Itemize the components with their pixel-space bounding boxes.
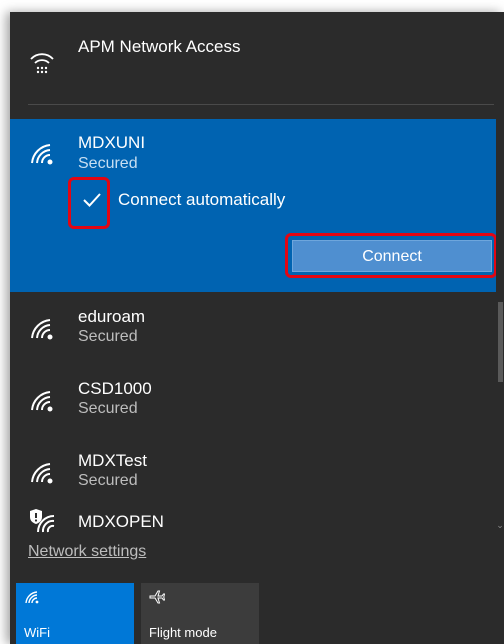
network-status: Secured xyxy=(78,472,138,489)
network-name: APM Network Access xyxy=(78,37,241,56)
network-item-mdxuni[interactable]: MDXUNI Secured Connect automatically Con… xyxy=(10,119,497,292)
highlight-box-checkbox xyxy=(68,177,110,229)
network-item-csd1000[interactable]: CSD1000 Secured xyxy=(10,369,496,433)
network-name: MDXUNI xyxy=(78,133,146,152)
highlight-box-connect xyxy=(285,233,497,278)
network-name: MDXTest xyxy=(78,451,147,470)
connect-automatically-label: Connect automatically xyxy=(118,190,286,209)
tile-label: Flight mode xyxy=(149,625,217,640)
wifi-secured-icon xyxy=(28,139,56,167)
network-status: Secured xyxy=(78,328,138,345)
network-status: Secured xyxy=(78,155,138,172)
network-item-mdxopen[interactable]: MDXOPEN xyxy=(10,506,496,536)
network-item-eduroam[interactable]: eduroam Secured xyxy=(10,297,496,361)
tile-label: WiFi xyxy=(24,625,50,640)
network-flyout: APM Network Access MDXUNI Secured Connec… xyxy=(10,12,504,644)
network-item-apm[interactable]: APM Network Access xyxy=(10,12,496,104)
chevron-down-icon[interactable]: ⌄ xyxy=(496,520,504,530)
wifi-secured-icon xyxy=(28,458,56,486)
network-name: CSD1000 xyxy=(78,379,152,398)
wifi-icon xyxy=(24,589,40,605)
network-status: Secured xyxy=(78,400,138,417)
vpn-icon xyxy=(28,48,56,76)
wifi-secured-icon xyxy=(28,386,56,414)
network-name: eduroam xyxy=(78,307,146,326)
wifi-secured-icon xyxy=(28,314,56,342)
scrollbar[interactable]: ⌄ xyxy=(496,12,504,532)
network-name: MDXOPEN xyxy=(78,512,164,531)
wifi-open-shield-icon xyxy=(28,508,56,536)
flight-mode-tile[interactable]: Flight mode xyxy=(141,583,259,644)
network-settings-link[interactable]: Network settings xyxy=(28,542,146,562)
wifi-tile[interactable]: WiFi xyxy=(16,583,134,644)
divider xyxy=(28,104,494,105)
airplane-icon xyxy=(149,589,166,605)
network-item-mdxtest[interactable]: MDXTest Secured xyxy=(10,441,496,505)
scrollbar-thumb[interactable] xyxy=(498,302,503,382)
